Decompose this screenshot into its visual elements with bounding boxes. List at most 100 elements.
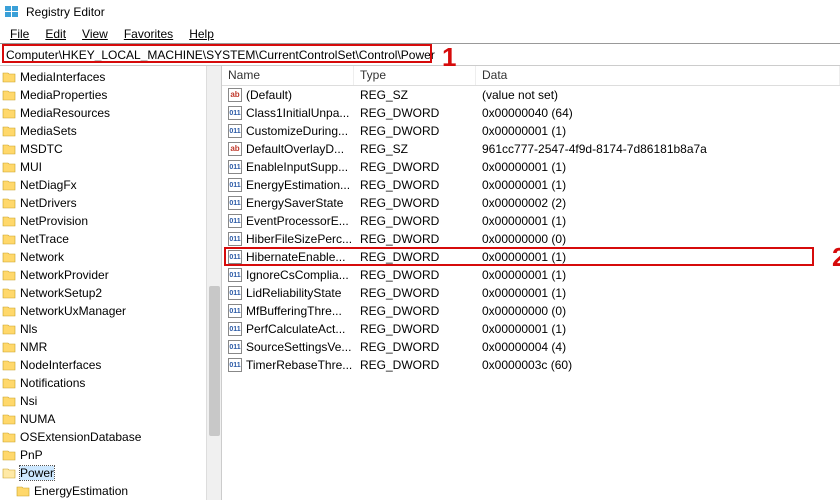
tree-scrollbar[interactable] <box>206 66 221 500</box>
tree-item[interactable]: PnP <box>0 446 221 464</box>
tree-item[interactable]: NetProvision <box>0 212 221 230</box>
address-bar[interactable]: Computer\HKEY_LOCAL_MACHINE\SYSTEM\Curre… <box>0 44 840 66</box>
value-row[interactable]: 011SourceSettingsVe...REG_DWORD0x0000000… <box>222 338 840 356</box>
value-row[interactable]: 011HiberFileSizePerc...REG_DWORD0x000000… <box>222 230 840 248</box>
binary-value-icon: 011 <box>228 250 242 264</box>
value-type: REG_DWORD <box>354 286 476 300</box>
tree-item-label: NetDrivers <box>20 196 77 210</box>
tree-item-label: Notifications <box>20 376 85 390</box>
value-row[interactable]: 011TimerRebaseThre...REG_DWORD0x0000003c… <box>222 356 840 374</box>
value-name: EnergyEstimation... <box>246 178 350 192</box>
value-row[interactable]: 011MfBufferingThre...REG_DWORD0x00000000… <box>222 302 840 320</box>
value-row[interactable]: 011Class1InitialUnpa...REG_DWORD0x000000… <box>222 104 840 122</box>
tree-scrollbar-thumb[interactable] <box>209 286 220 436</box>
tree-item[interactable]: NetDrivers <box>0 194 221 212</box>
column-type[interactable]: Type <box>354 66 476 85</box>
address-path[interactable]: Computer\HKEY_LOCAL_MACHINE\SYSTEM\Curre… <box>4 47 836 63</box>
tree-item[interactable]: Network <box>0 248 221 266</box>
tree-item-label: NetworkProvider <box>20 268 109 282</box>
folder-icon <box>2 142 16 156</box>
binary-value-icon: 011 <box>228 160 242 174</box>
binary-value-icon: 011 <box>228 178 242 192</box>
tree-item[interactable]: NMR <box>0 338 221 356</box>
value-row[interactable]: abDefaultOverlayD...REG_SZ961cc777-2547-… <box>222 140 840 158</box>
value-row[interactable]: 011EventProcessorE...REG_DWORD0x00000001… <box>222 212 840 230</box>
value-name: LidReliabilityState <box>246 286 341 300</box>
tree-item[interactable]: NodeInterfaces <box>0 356 221 374</box>
value-type: REG_SZ <box>354 88 476 102</box>
value-row[interactable]: ab(Default)REG_SZ(value not set) <box>222 86 840 104</box>
tree-item-label: NetworkUxManager <box>20 304 126 318</box>
value-data: 0x00000001 (1) <box>476 250 840 264</box>
tree-item[interactable]: NUMA <box>0 410 221 428</box>
folder-icon <box>2 448 16 462</box>
tree-item-label: EnergyEstimation <box>34 484 128 498</box>
value-row[interactable]: 011HibernateEnable...REG_DWORD0x00000001… <box>222 248 840 266</box>
value-name: TimerRebaseThre... <box>246 358 352 372</box>
window-title: Registry Editor <box>26 5 105 19</box>
tree-item[interactable]: Notifications <box>0 374 221 392</box>
value-data: 0x00000000 (0) <box>476 232 840 246</box>
tree-item[interactable]: MediaResources <box>0 104 221 122</box>
tree-item[interactable]: NetworkProvider <box>0 266 221 284</box>
tree-item[interactable]: Nsi <box>0 392 221 410</box>
value-name: Class1InitialUnpa... <box>246 106 349 120</box>
tree-item[interactable]: NetDiagFx <box>0 176 221 194</box>
value-name-cell: 011EventProcessorE... <box>222 214 354 228</box>
folder-icon <box>2 124 16 138</box>
value-row[interactable]: 011EnableInputSupp...REG_DWORD0x00000001… <box>222 158 840 176</box>
value-row[interactable]: 011EnergySaverStateREG_DWORD0x00000002 (… <box>222 194 840 212</box>
tree-item[interactable]: EnergyEstimation <box>0 482 221 500</box>
value-data: 0x00000001 (1) <box>476 178 840 192</box>
tree-item[interactable]: NetTrace <box>0 230 221 248</box>
tree-item-label: Nls <box>20 322 37 336</box>
menu-favorites[interactable]: Favorites <box>116 25 181 43</box>
tree-item-label: NetDiagFx <box>20 178 77 192</box>
value-name: EventProcessorE... <box>246 214 349 228</box>
binary-value-icon: 011 <box>228 124 242 138</box>
tree-item[interactable]: MediaSets <box>0 122 221 140</box>
tree-item[interactable]: NetworkUxManager <box>0 302 221 320</box>
tree-item[interactable]: OSExtensionDatabase <box>0 428 221 446</box>
list-view[interactable]: Name Type Data ab(Default)REG_SZ(value n… <box>222 66 840 500</box>
value-name-cell: 011PerfCalculateAct... <box>222 322 354 336</box>
menu-edit[interactable]: Edit <box>37 25 74 43</box>
value-row[interactable]: 011EnergyEstimation...REG_DWORD0x0000000… <box>222 176 840 194</box>
string-value-icon: ab <box>228 88 242 102</box>
folder-icon <box>2 412 16 426</box>
value-name-cell: 011HiberFileSizePerc... <box>222 232 354 246</box>
tree-item-label: MediaInterfaces <box>20 70 105 84</box>
value-row[interactable]: 011CustomizeDuring...REG_DWORD0x00000001… <box>222 122 840 140</box>
value-name-cell: 011MfBufferingThre... <box>222 304 354 318</box>
tree-view[interactable]: MediaInterfaces MediaPropertiesMediaResou… <box>0 66 222 500</box>
binary-value-icon: 011 <box>228 196 242 210</box>
value-type: REG_DWORD <box>354 268 476 282</box>
tree-item[interactable]: MUI <box>0 158 221 176</box>
value-data: 0x00000001 (1) <box>476 286 840 300</box>
folder-icon <box>2 322 16 336</box>
tree-item[interactable]: MediaInterfaces <box>0 68 221 86</box>
value-data: 0x00000001 (1) <box>476 214 840 228</box>
value-name-cell: 011CustomizeDuring... <box>222 124 354 138</box>
value-data: 0x00000001 (1) <box>476 322 840 336</box>
column-data[interactable]: Data <box>476 66 840 85</box>
tree-item[interactable]: Nls <box>0 320 221 338</box>
value-row[interactable]: 011PerfCalculateAct...REG_DWORD0x0000000… <box>222 320 840 338</box>
folder-icon <box>2 106 16 120</box>
folder-icon <box>2 304 16 318</box>
tree-item[interactable]: MediaProperties <box>0 86 221 104</box>
column-name[interactable]: Name <box>222 66 354 85</box>
menu-view[interactable]: View <box>74 25 116 43</box>
tree-item[interactable]: Power <box>0 464 221 482</box>
tree-item[interactable]: MSDTC <box>0 140 221 158</box>
value-row[interactable]: 011IgnoreCsComplia...REG_DWORD0x00000001… <box>222 266 840 284</box>
folder-icon <box>2 70 16 84</box>
binary-value-icon: 011 <box>228 304 242 318</box>
tree-item[interactable]: NetworkSetup2 <box>0 284 221 302</box>
value-row[interactable]: 011LidReliabilityStateREG_DWORD0x0000000… <box>222 284 840 302</box>
value-type: REG_DWORD <box>354 322 476 336</box>
menu-file[interactable]: File <box>2 25 37 43</box>
tree-item-label: NodeInterfaces <box>20 358 101 372</box>
menu-help[interactable]: Help <box>181 25 222 43</box>
column-headers: Name Type Data <box>222 66 840 86</box>
